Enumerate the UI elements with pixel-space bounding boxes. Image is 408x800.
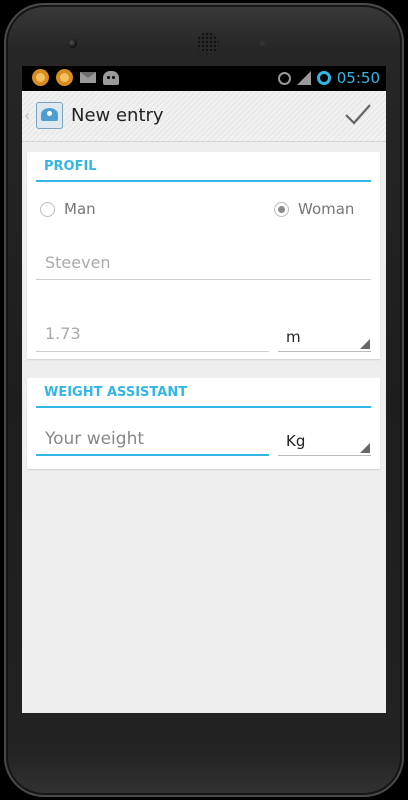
status-time: 05:50 — [336, 69, 380, 87]
notification-icon — [56, 69, 73, 86]
weight-input[interactable]: Your weight — [36, 424, 269, 456]
name-input[interactable]: Steeven — [36, 248, 371, 280]
gender-radio-woman[interactable]: Woman — [274, 200, 354, 218]
earpiece-speaker — [197, 32, 219, 54]
front-camera — [68, 39, 77, 48]
app-screen: 05:50 ‹ New entry PROFIL Man Woman Steev… — [22, 66, 386, 713]
android-icon — [103, 70, 119, 85]
page-title: New entry — [71, 105, 164, 126]
notification-icon — [32, 69, 49, 86]
section-title-profil: PROFIL — [36, 152, 371, 182]
gender-label-woman: Woman — [298, 200, 355, 218]
weight-unit-spinner[interactable]: Kg — [278, 426, 371, 456]
signal-icon — [296, 71, 311, 85]
height-input[interactable]: 1.73 — [36, 319, 269, 352]
up-caret-icon[interactable]: ‹ — [24, 106, 30, 125]
gender-radio-man[interactable]: Man — [40, 200, 96, 218]
radio-checked-icon[interactable] — [274, 201, 289, 217]
radio-unchecked-icon[interactable] — [40, 201, 55, 217]
action-bar: ‹ New entry — [22, 91, 386, 142]
gender-label-man: Man — [64, 200, 96, 218]
proximity-sensor — [260, 41, 265, 46]
profil-card: PROFIL Man Woman Steeven 1.73 m — [27, 152, 380, 359]
section-title-weight-assistant: WEIGHT ASSISTANT — [36, 378, 371, 408]
app-logo-icon[interactable] — [36, 102, 63, 129]
checkmark-icon[interactable] — [344, 102, 372, 128]
system-tray: 05:50 — [277, 69, 380, 87]
weight-assistant-card: WEIGHT ASSISTANT Your weight Kg — [27, 378, 380, 469]
status-bar: 05:50 — [22, 66, 386, 91]
mail-icon — [80, 72, 96, 83]
sync-ring-icon — [316, 71, 331, 85]
notification-area — [32, 69, 119, 86]
height-unit-spinner[interactable]: m — [278, 322, 371, 352]
alarm-icon — [277, 71, 291, 85]
